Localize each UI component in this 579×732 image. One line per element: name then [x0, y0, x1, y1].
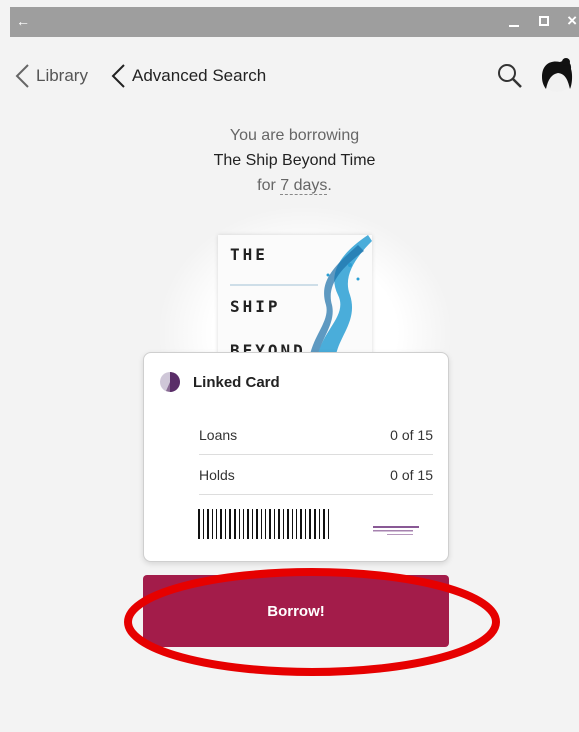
- barcode-bar: [265, 509, 266, 539]
- library-logo-icon: [373, 526, 419, 535]
- loans-label: Loans: [199, 426, 238, 443]
- barcode-bar: [296, 509, 297, 539]
- cover-word-2: SHIP: [230, 297, 281, 316]
- barcode-bar: [261, 509, 262, 539]
- chevron-left-icon: [111, 64, 125, 88]
- advanced-search-back-link[interactable]: Advanced Search: [110, 63, 266, 89]
- barcode-bar: [212, 509, 213, 539]
- barcode-bar: [323, 509, 325, 539]
- barcode-bar: [305, 509, 306, 539]
- loans-row: Loans 0 of 15: [199, 415, 433, 455]
- title-bar: ← ×: [10, 7, 579, 37]
- app-window: ← × Library Advanced Search You are borr…: [0, 0, 579, 732]
- loans-value: 0 of 15: [390, 426, 433, 443]
- barcode-bar: [314, 509, 316, 539]
- chevron-left-icon: [15, 64, 29, 88]
- duration-prefix: for: [257, 177, 281, 194]
- close-icon[interactable]: ×: [567, 11, 577, 31]
- cover-word-1: THE: [230, 245, 268, 264]
- borrow-panel: You are borrowing The Ship Beyond Time f…: [10, 113, 579, 732]
- barcode-bar: [207, 509, 209, 539]
- barcode-bar: [278, 509, 280, 539]
- duration-suffix: .: [327, 177, 332, 194]
- barcode-bar: [229, 509, 231, 539]
- barcode-bar: [309, 509, 311, 539]
- borrowing-intro: You are borrowing: [229, 127, 360, 144]
- barcode-bar: [220, 509, 222, 539]
- barcode-bar: [252, 509, 253, 539]
- borrow-message: You are borrowing The Ship Beyond Time f…: [10, 123, 579, 198]
- book-cover: THE SHIP BEYOND: [218, 235, 372, 355]
- back-arrow-icon[interactable]: ←: [16, 12, 30, 30]
- library-label: Library: [36, 66, 88, 85]
- barcode-icon: [198, 509, 329, 539]
- barcode-bar: [269, 509, 271, 539]
- minimize-icon[interactable]: [509, 11, 521, 31]
- barcode-bar: [225, 509, 226, 539]
- barcode-bar: [274, 509, 275, 539]
- barcode-bar: [203, 509, 204, 539]
- advanced-search-label: Advanced Search: [132, 66, 267, 85]
- barcode-bar: [216, 509, 217, 539]
- search-icon[interactable]: [497, 63, 523, 89]
- barcode-bar: [300, 509, 302, 539]
- barcode-bar: [292, 509, 293, 539]
- holds-row: Holds 0 of 15: [199, 455, 433, 495]
- holds-label: Holds: [199, 466, 235, 483]
- app-nav-bar: Library Advanced Search: [10, 37, 579, 113]
- maximize-icon[interactable]: [539, 16, 549, 26]
- barcode-bar: [243, 509, 244, 539]
- borrow-button[interactable]: Borrow!: [143, 575, 449, 647]
- barcode-bar: [239, 509, 240, 539]
- barcode-bar: [198, 509, 200, 539]
- card-header: Linked Card: [159, 371, 280, 393]
- library-back-link[interactable]: Library: [14, 63, 88, 89]
- barcode-bar: [256, 509, 258, 539]
- linked-card-panel: Linked Card Loans 0 of 15 Holds 0 of 15: [143, 352, 449, 562]
- loan-duration-line: for 7 days.: [10, 173, 579, 198]
- barcode-bar: [287, 509, 289, 539]
- barcode-bar: [283, 509, 284, 539]
- loan-duration-link[interactable]: 7 days: [280, 177, 328, 195]
- avatar-icon[interactable]: [540, 57, 574, 93]
- barcode-bar: [319, 509, 320, 539]
- card-name: Linked Card: [193, 373, 280, 391]
- book-title: The Ship Beyond Time: [213, 152, 376, 169]
- card-icon: [160, 372, 180, 392]
- holds-value: 0 of 15: [390, 466, 433, 483]
- barcode-bar: [328, 509, 329, 539]
- barcode-bar: [234, 509, 236, 539]
- barcode-bar: [247, 509, 249, 539]
